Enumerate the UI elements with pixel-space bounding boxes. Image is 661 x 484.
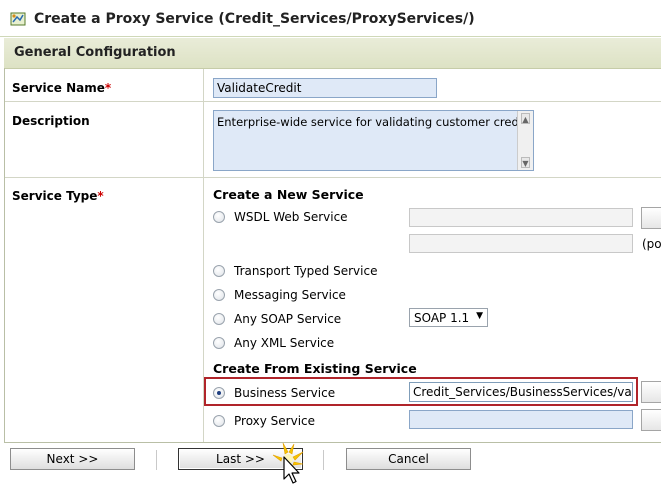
proxy-service-input[interactable] (409, 410, 633, 429)
required-marker: * (97, 189, 104, 203)
row-divider (5, 177, 661, 178)
proxy-service-browse-button[interactable] (641, 409, 661, 431)
proxy-service-icon (10, 12, 26, 26)
required-marker: * (104, 81, 112, 95)
radio-proxy-service[interactable] (213, 415, 225, 427)
cancel-button[interactable]: Cancel (346, 448, 471, 470)
page-title: Create a Proxy Service (Credit_Services/… (34, 11, 475, 27)
button-separator (323, 450, 324, 470)
description-label: Description (12, 114, 90, 128)
section-title: General Configuration (14, 45, 176, 60)
description-textarea[interactable]: Enterprise-wide service for validating c… (213, 110, 534, 171)
option-any-xml-label: Any XML Service (234, 336, 335, 350)
radio-transport-typed[interactable] (213, 265, 225, 277)
next-button[interactable]: Next >> (10, 448, 135, 470)
wsdl-port-hint: (po (642, 237, 661, 251)
option-any-soap-label: Any SOAP Service (234, 312, 342, 326)
radio-any-soap[interactable] (213, 313, 225, 325)
radio-wsdl-web-service[interactable] (213, 211, 225, 223)
wsdl-input[interactable] (409, 208, 633, 227)
general-configuration-header: General Configuration (4, 38, 661, 69)
option-messaging-label: Messaging Service (234, 288, 346, 302)
selection-highlight-box (204, 377, 638, 406)
service-name-input[interactable]: ValidateCredit (213, 78, 437, 98)
option-transport-label: Transport Typed Service (234, 264, 378, 278)
service-type-label: Service Type* (12, 189, 104, 203)
service-name-label-text: Service Name (12, 81, 105, 95)
mouse-cursor-icon (272, 442, 304, 484)
radio-any-xml[interactable] (213, 337, 225, 349)
window-title-bar: Create a Proxy Service (Credit_Services/… (0, 0, 661, 38)
business-service-browse-button[interactable] (641, 381, 661, 403)
wsdl-browse-button[interactable] (641, 207, 661, 229)
chevron-down-icon: ▼ (476, 311, 483, 321)
soap-version-value: SOAP 1.1 (414, 311, 470, 325)
description-text: Enterprise-wide service for validating c… (217, 115, 531, 129)
scroll-up-icon[interactable]: ▲ (521, 113, 530, 124)
description-scrollbar[interactable]: ▲ ▼ (517, 111, 533, 170)
radio-messaging[interactable] (213, 289, 225, 301)
option-wsdl-label: WSDL Web Service (234, 210, 348, 224)
existing-service-heading: Create From Existing Service (213, 361, 417, 376)
option-proxy-service-label: Proxy Service (234, 414, 316, 428)
scroll-down-icon[interactable]: ▼ (521, 157, 530, 168)
service-type-label-text: Service Type (12, 189, 98, 203)
wsdl-port-input[interactable] (409, 234, 633, 253)
create-new-heading: Create a New Service (213, 187, 364, 202)
service-name-label: Service Name* (12, 81, 111, 95)
soap-version-select[interactable]: SOAP 1.1 ▼ (409, 308, 488, 327)
title-divider (0, 36, 661, 37)
row-divider (5, 101, 661, 102)
button-separator (156, 450, 157, 470)
